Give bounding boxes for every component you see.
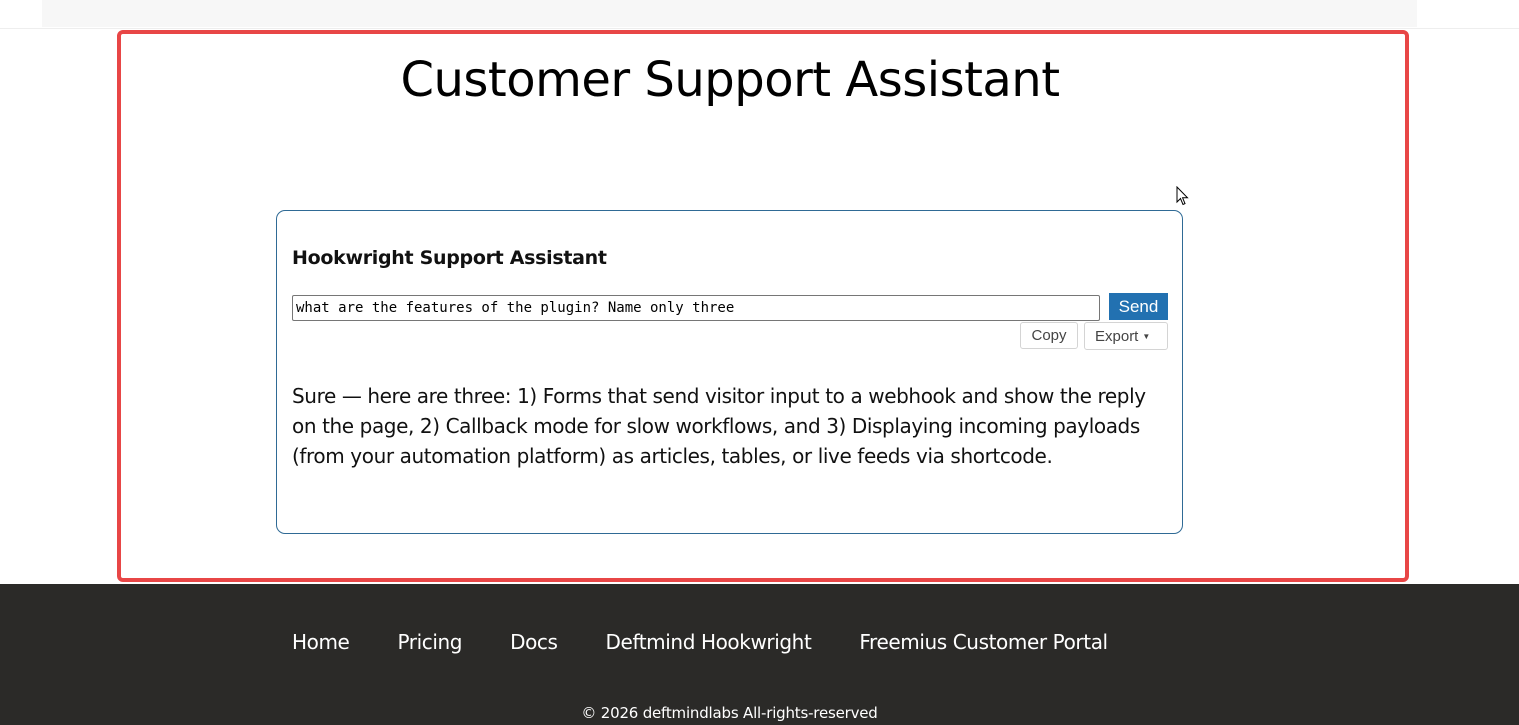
footer-nav: Home Pricing Docs Deftmind Hookwright Fr… — [292, 630, 1156, 654]
assistant-answer: Sure — here are three: 1) Forms that sen… — [292, 384, 1146, 468]
page-title: Customer Support Assistant — [400, 52, 1060, 108]
footer-link-home[interactable]: Home — [292, 630, 350, 654]
copyright-text: © 2026 deftmindlabs All-rights-reserved — [581, 704, 878, 722]
footer-link-pricing[interactable]: Pricing — [397, 630, 462, 654]
query-input[interactable] — [292, 295, 1100, 321]
top-header-bar — [0, 0, 1519, 29]
copy-button[interactable]: Copy — [1020, 322, 1078, 349]
mouse-pointer-icon — [1176, 186, 1189, 206]
export-dropdown-button[interactable]: Export ▼ — [1084, 322, 1168, 350]
support-assistant-card: Hookwright Support Assistant Send Copy E… — [276, 210, 1183, 534]
footer-link-deftmind-hookwright[interactable]: Deftmind Hookwright — [606, 630, 812, 654]
send-button[interactable]: Send — [1109, 293, 1168, 320]
footer-link-docs[interactable]: Docs — [510, 630, 558, 654]
site-footer: Home Pricing Docs Deftmind Hookwright Fr… — [0, 584, 1519, 725]
footer-link-freemius-portal[interactable]: Freemius Customer Portal — [859, 630, 1108, 654]
export-label: Export — [1095, 327, 1139, 345]
assistant-title: Hookwright Support Assistant — [292, 247, 607, 269]
caret-down-icon: ▼ — [1142, 331, 1151, 341]
top-header-inner — [42, 0, 1417, 27]
